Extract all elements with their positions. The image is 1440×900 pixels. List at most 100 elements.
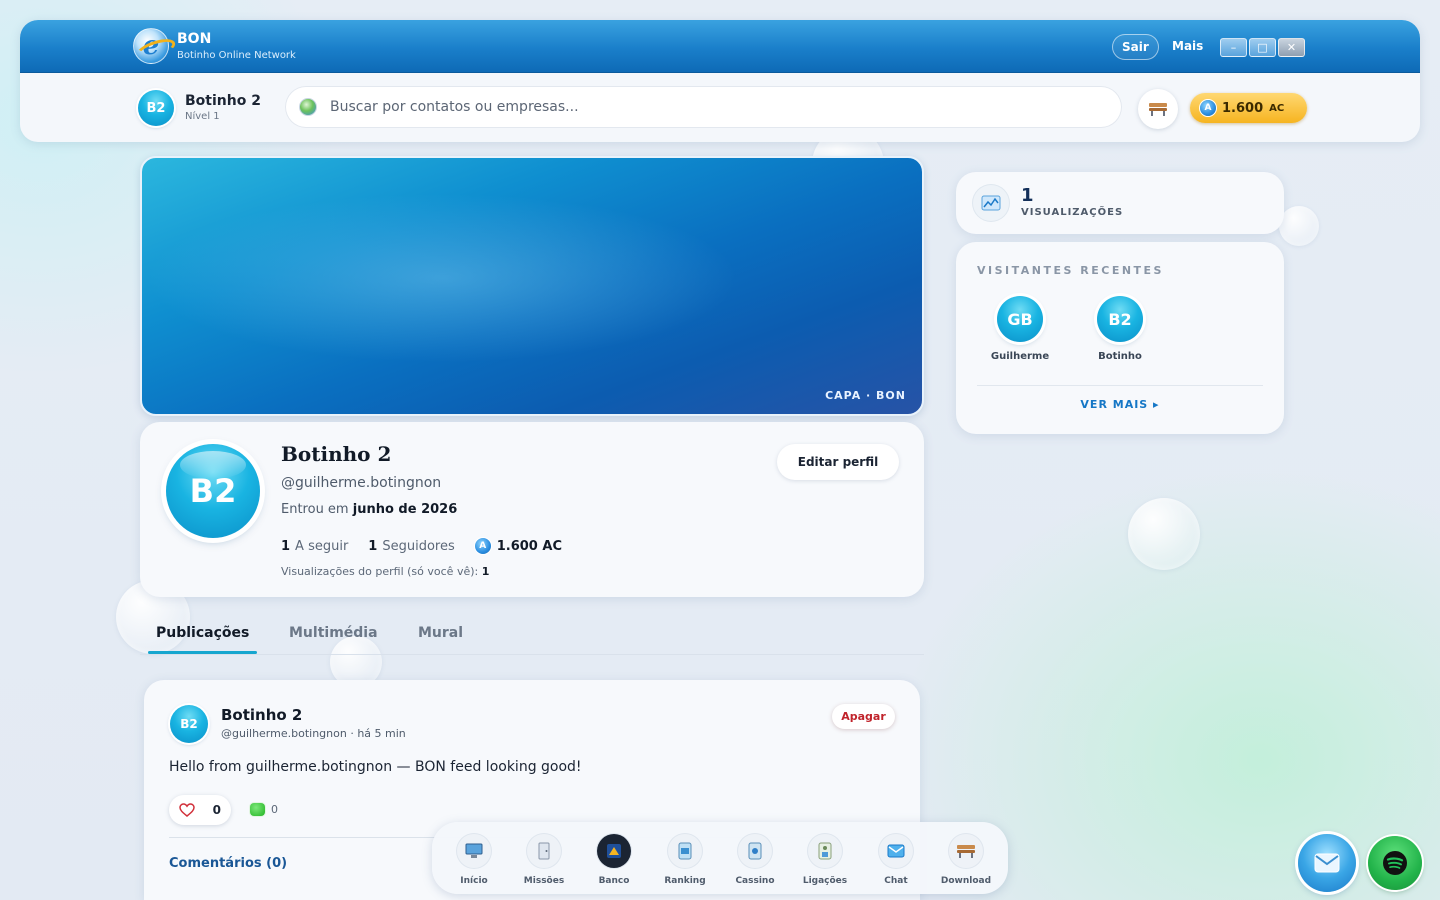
comment-count-value: 0 [271, 803, 278, 816]
dock-item-chat[interactable]: Chat [861, 834, 931, 886]
profile-name: Botinho 2 [281, 442, 392, 466]
post-text: Hello from guilherme.botingnon — BON fee… [169, 759, 582, 775]
calls-icon [808, 834, 842, 868]
comment-count[interactable]: 0 [250, 803, 278, 816]
dock-item-ranking[interactable]: Ranking [650, 834, 720, 886]
tab-publicacoes[interactable]: Publicações [156, 625, 249, 641]
bench-icon [949, 834, 983, 868]
like-button[interactable]: 0 [169, 795, 231, 825]
coin-icon: A [1200, 100, 1216, 116]
edit-profile-button[interactable]: Editar perfil [777, 444, 899, 480]
see-more-link[interactable]: VER MAIS ▸ [956, 398, 1284, 411]
followers-label: Seguidores [382, 538, 455, 554]
dock-label: Ligações [802, 876, 848, 886]
joined-prefix: Entrou em [281, 502, 349, 517]
envelope-icon [1314, 853, 1340, 873]
titlebar: e BON Botinho Online Network Sair Mais –… [20, 20, 1420, 73]
search-input[interactable] [330, 86, 1100, 128]
followers-count: 1 [368, 538, 378, 554]
following-count: 1 [281, 538, 291, 554]
dock-item-download[interactable]: Download [931, 834, 1001, 886]
more-button[interactable]: Mais [1172, 39, 1203, 53]
dock-label: Download [940, 876, 992, 886]
visitors-title: VISITANTES RECENTES [977, 264, 1164, 277]
spotify-icon [1383, 851, 1407, 875]
user-name: Botinho 2 [185, 93, 261, 109]
dock-label: Cassino [735, 876, 775, 886]
dock-label: Missões [523, 876, 565, 886]
app-subtitle: Botinho Online Network [177, 50, 296, 61]
app-window: e BON Botinho Online Network Sair Mais –… [20, 20, 1420, 142]
ranking-icon [668, 834, 702, 868]
user-level: Nível 1 [185, 111, 220, 122]
recent-visitors-card: VISITANTES RECENTES GB Guilherme B2 Boti… [956, 242, 1284, 434]
post-author-avatar[interactable]: B2 [170, 705, 208, 743]
followers-stat[interactable]: 1 Seguidores [368, 539, 454, 554]
views-note-count: 1 [481, 565, 490, 578]
delete-post-button[interactable]: Apagar [832, 704, 895, 729]
toolbar: B2 Botinho 2 Nível 1 A 1.600 AC [20, 73, 1420, 142]
visitor-item[interactable]: B2 Botinho [1080, 296, 1160, 362]
user-avatar[interactable]: B2 [138, 90, 174, 126]
tab-multimedia[interactable]: Multimédia [289, 625, 378, 641]
profile-card: B2 Botinho 2 @guilherme.botingnon Entrou… [140, 422, 924, 597]
views-card: 1 VISUALIZAÇÕES [956, 172, 1284, 234]
following-stat[interactable]: 1 A seguir [281, 539, 348, 554]
comments-title[interactable]: Comentários (0) [169, 856, 287, 871]
app-title: BON [177, 31, 212, 47]
profile-joined: Entrou em junho de 2026 [281, 502, 457, 517]
casino-icon [738, 834, 772, 868]
views-note-label: Visualizações do perfil (só você vê): [281, 565, 479, 578]
profile-tabs: Publicações Multimédia Mural [140, 615, 924, 655]
bottom-dock: Início Missões Banco Ranking Cassino Lig… [432, 822, 1008, 894]
tab-mural[interactable]: Mural [418, 625, 463, 641]
visitors-divider [977, 385, 1263, 386]
visitor-item[interactable]: GB Guilherme [980, 296, 1060, 362]
profile-handle: @guilherme.botingnon [281, 475, 442, 491]
visitor-name: Guilherme [990, 351, 1050, 362]
browser-logo-icon: e [133, 28, 169, 64]
mail-icon [879, 834, 913, 868]
cover-image: CAPA · BON [140, 156, 924, 416]
logout-button[interactable]: Sair [1112, 34, 1159, 60]
close-button[interactable]: ✕ [1278, 38, 1305, 57]
active-tab-indicator [148, 651, 257, 654]
dock-item-ligacoes[interactable]: Ligações [790, 834, 860, 886]
dock-item-missoes[interactable]: Missões [509, 834, 579, 886]
minimize-button[interactable]: – [1220, 38, 1247, 57]
profile-views-note: Visualizações do perfil (só você vê): 1 [281, 565, 489, 578]
dock-label: Início [460, 876, 488, 886]
dock-label: Banco [598, 876, 630, 886]
views-label: VISUALIZAÇÕES [1021, 207, 1124, 218]
coins-amount: 1.600 [1222, 100, 1264, 116]
post-author[interactable]: Botinho 2 [221, 706, 302, 724]
search-bar [285, 86, 1122, 128]
dock-label: Chat [884, 876, 908, 886]
views-count: 1 [1021, 185, 1034, 206]
dock-item-inicio[interactable]: Início [439, 834, 509, 886]
bench-button[interactable] [1138, 89, 1178, 129]
following-label: A seguir [295, 538, 349, 554]
post-meta: @guilherme.botingnon · há 5 min [221, 727, 406, 740]
door-icon [527, 834, 561, 868]
visitor-name: Botinho [1098, 351, 1142, 362]
profile-stats: 1 A seguir 1 Seguidores A 1.600 AC [281, 538, 587, 554]
coin-icon: A [474, 538, 491, 554]
coins-balance[interactable]: A 1.600 AC [1190, 93, 1307, 123]
chat-bubble-icon [250, 803, 265, 816]
dock-item-cassino[interactable]: Cassino [720, 834, 790, 886]
maximize-button[interactable]: □ [1249, 38, 1276, 57]
messages-button[interactable] [1298, 834, 1356, 892]
visitor-avatar: GB [997, 296, 1043, 342]
like-count: 0 [212, 803, 221, 817]
decorative-bubble [1128, 498, 1200, 570]
computer-icon [457, 834, 491, 868]
profile-avatar: B2 [166, 444, 260, 538]
decorative-bubble [1279, 206, 1319, 246]
visitor-avatar: B2 [1097, 296, 1143, 342]
dock-item-banco[interactable]: Banco [579, 834, 649, 886]
coins-unit: AC [1269, 102, 1285, 114]
spotify-button[interactable] [1368, 836, 1422, 890]
heart-icon [179, 803, 195, 817]
views-chart-icon [981, 195, 1001, 211]
